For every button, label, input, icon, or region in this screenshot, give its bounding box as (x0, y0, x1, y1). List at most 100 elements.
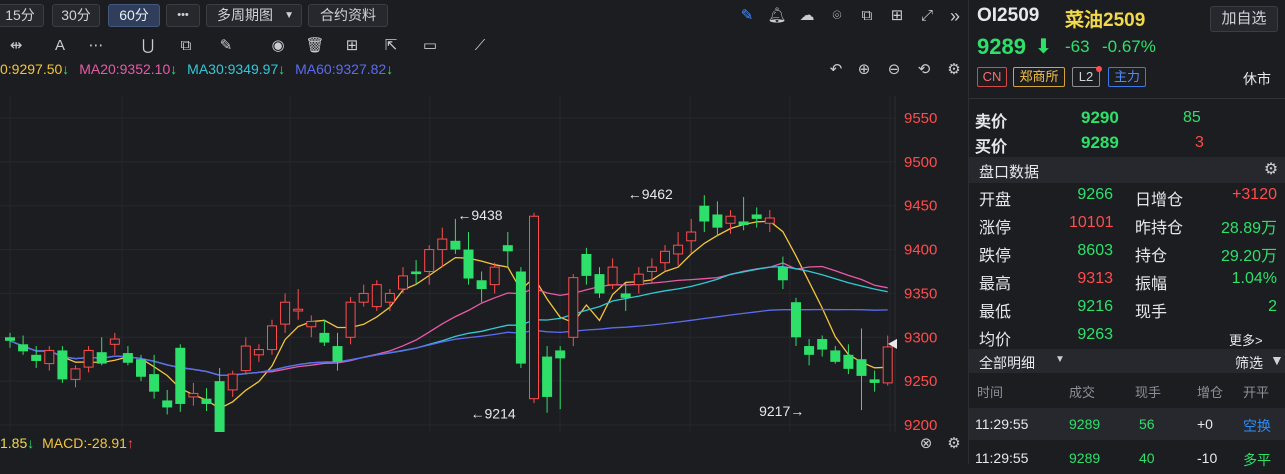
candle-body (214, 381, 225, 432)
reset-view-icon[interactable]: ⟲ (914, 60, 934, 80)
ruler-icon[interactable]: ⟋ (470, 36, 490, 56)
candle-body (673, 244, 684, 255)
candle-body (253, 349, 264, 356)
text-tool-icon[interactable]: A (50, 36, 70, 56)
caret-down-icon: ▼ (284, 10, 294, 21)
bell-icon[interactable]: 🔔︎ (767, 6, 787, 26)
candle-body (332, 346, 343, 362)
price-annotation: ←9214 (471, 406, 516, 422)
indicator-settings-icon[interactable]: ⚙ (944, 434, 964, 454)
settings-icon[interactable]: ⚙ (944, 60, 964, 80)
period-15m-button[interactable]: 15分 (0, 4, 44, 27)
close-indicator-icon[interactable]: ⊗ (916, 434, 936, 454)
comment-icon[interactable]: ▭ (420, 36, 440, 56)
candle-body (529, 215, 539, 400)
candle-body (869, 379, 880, 383)
period-60m-button[interactable]: 60分 (108, 4, 160, 27)
market-tag: CN (977, 67, 1007, 87)
compare-icon[interactable]: ⊞ (887, 6, 907, 26)
up-arrow-icon: ↑ (126, 435, 134, 451)
period-30m-button[interactable]: 30分 (52, 4, 100, 27)
candle-body (830, 350, 841, 362)
zoom-in-icon[interactable]: ⊕ (854, 60, 874, 80)
candle-body (699, 205, 710, 222)
notification-dot (1096, 66, 1102, 72)
y-tick-label: 9300 (904, 329, 937, 346)
stat-value: 9266 (1077, 186, 1113, 203)
down-arrow-icon: ↓ (278, 61, 286, 77)
candle-body (502, 245, 513, 252)
more-tools-icon[interactable]: ⋯ (86, 36, 106, 56)
eye-icon[interactable]: ◉ (268, 36, 288, 56)
candle-body (646, 266, 657, 273)
collapse-panel-icon[interactable]: » (945, 6, 965, 26)
y-tick-label: 9500 (904, 154, 937, 171)
contract-info-button[interactable]: 合约资料 (308, 4, 388, 27)
stat-value: 9313 (1077, 270, 1113, 287)
candle-body (633, 273, 644, 286)
candle-body (476, 280, 487, 290)
macd-left-value: 1.85 (0, 435, 28, 451)
candle-body (620, 293, 631, 298)
export-icon[interactable]: ⇱ (381, 36, 401, 56)
filter-icon[interactable]: ▼ (1270, 352, 1284, 368)
y-tick-label: 9200 (904, 417, 937, 432)
bid-volume: 3 (1195, 134, 1204, 151)
trade-column-header: 现手 (1135, 385, 1162, 400)
bid-label: 买价 (975, 139, 1008, 156)
cloud-icon[interactable]: ☁ (797, 6, 817, 26)
magnet-icon[interactable]: ⋃ (138, 36, 158, 56)
candle-body (371, 284, 382, 308)
candle-body (725, 215, 736, 224)
candle-body (817, 339, 828, 350)
candle-body (686, 231, 697, 242)
stat-label: 跌停 (979, 248, 1012, 265)
more-link[interactable]: 更多> (1229, 330, 1263, 349)
trash-icon[interactable]: 🗑︎ (305, 36, 325, 56)
draw-pen-icon[interactable]: ✎ (737, 6, 757, 26)
candle-body (44, 349, 55, 365)
candle-body (489, 266, 500, 286)
filter-button[interactable]: 筛选 (1235, 353, 1263, 373)
more-periods-button[interactable]: ••• (166, 4, 200, 27)
last-price: 9289 (977, 34, 1026, 59)
candle-body (175, 347, 186, 404)
chart-area[interactable]: 15分 30分 60分 ••• 多周期图 ▼ 合约资料 ✎ 🔔︎ ☁ ⌾ ⧉ ⊞ … (0, 0, 968, 464)
add-watchlist-button[interactable]: 加自选 (1210, 6, 1278, 32)
fullscreen-icon[interactable]: ⤢ (917, 6, 937, 26)
camera-icon[interactable]: ⌾ (827, 6, 847, 26)
down-arrow-icon: ↓ (27, 435, 35, 451)
candle-body (791, 302, 801, 338)
ask-volume: 85 (1183, 109, 1201, 126)
stat-label: 均价 (979, 332, 1012, 349)
line-tool-icon[interactable]: ⇹ (6, 36, 26, 56)
candle-body (424, 249, 435, 272)
candle-body (345, 301, 356, 338)
detail-title[interactable]: 全部明细 (979, 353, 1035, 373)
edit-icon[interactable]: ✎ (216, 36, 236, 56)
drawing-toolbar: ⇹ A ⋯ ⋃ ⧉ ✎ ◉ 🗑︎ ⊞ ⇱ ▭ ⟋ (0, 32, 968, 60)
down-arrow-icon: ↓ (386, 61, 394, 77)
grid-icon[interactable]: ⊞ (342, 36, 362, 56)
candle-body (542, 356, 553, 397)
price-annotation: ←9462 (628, 186, 673, 202)
stat-value: 1.04% (1231, 270, 1277, 287)
caret-down-icon[interactable]: ▼ (1055, 354, 1065, 365)
copy-icon[interactable]: ⧉ (857, 6, 877, 26)
trade-cell: 56 (1139, 416, 1155, 432)
candlestick-chart[interactable]: 92009250930093509400945095009550←9182←94… (0, 96, 968, 432)
candle-body (57, 350, 68, 380)
trade-column-header: 成交 (1069, 385, 1096, 400)
divider (969, 98, 1285, 99)
candle-body (18, 344, 29, 352)
macd-legend: 1.85↓ MACD:-28.91↑ (0, 434, 134, 452)
candle-body (856, 359, 867, 376)
multi-period-dropdown[interactable]: 多周期图 ▼ (206, 4, 302, 27)
zoom-out-icon[interactable]: ⊖ (884, 60, 904, 80)
undo-icon[interactable]: ↶ (826, 60, 846, 80)
candle-body (738, 221, 749, 226)
section-settings-icon[interactable]: ⚙ (1261, 160, 1281, 180)
ma30-value: MA30:9349.97 (187, 61, 279, 77)
clone-icon[interactable]: ⧉ (176, 36, 196, 56)
candle-body (437, 238, 448, 251)
